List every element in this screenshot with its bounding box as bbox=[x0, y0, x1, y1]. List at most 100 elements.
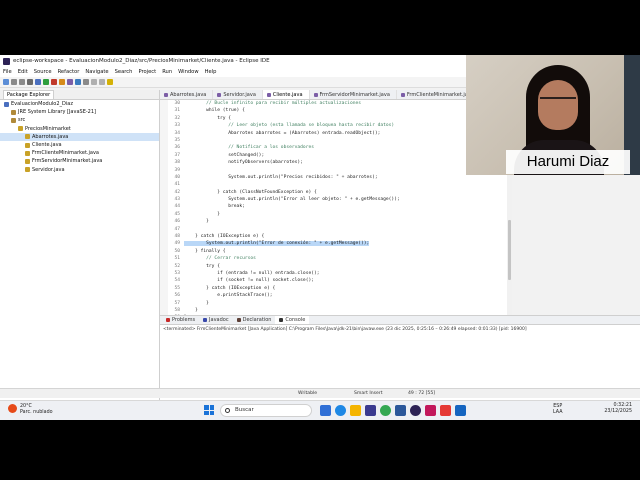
code-line[interactable]: System.out.println("Precios recibidos: "… bbox=[184, 174, 510, 181]
language-indicator[interactable]: ESP LAA bbox=[553, 404, 562, 416]
java-file-icon bbox=[25, 150, 30, 156]
tree-item-label: JRE System Library [JavaSE-21] bbox=[18, 109, 96, 116]
code-line[interactable]: if (entrada != null) entrada.close(); bbox=[184, 270, 510, 277]
edge-icon[interactable] bbox=[335, 405, 346, 416]
code-line[interactable] bbox=[184, 226, 510, 233]
tree-item[interactable]: FrmClienteMinimarket.java bbox=[0, 149, 159, 157]
open-type-icon[interactable] bbox=[75, 79, 81, 85]
start-button[interactable] bbox=[204, 405, 214, 415]
menu-file[interactable]: File bbox=[3, 69, 12, 75]
menu-source[interactable]: Source bbox=[34, 69, 52, 75]
menu-search[interactable]: Search bbox=[115, 69, 133, 75]
save-all-icon[interactable] bbox=[19, 79, 25, 85]
back-icon[interactable] bbox=[91, 79, 97, 85]
visual-studio-icon[interactable] bbox=[365, 405, 376, 416]
tree-item[interactable]: PreciosMinimarket bbox=[0, 125, 159, 133]
code-line[interactable]: System.out.println("Error al leer objeto… bbox=[184, 196, 510, 203]
code-line[interactable]: if (socket != null) socket.close(); bbox=[184, 277, 510, 284]
menu-refactor[interactable]: Refactor bbox=[58, 69, 80, 75]
chrome-icon[interactable] bbox=[380, 405, 391, 416]
code-line[interactable] bbox=[184, 167, 510, 174]
code-line[interactable]: } bbox=[184, 211, 510, 218]
new-java-class-icon[interactable] bbox=[67, 79, 73, 85]
code-line[interactable]: } bbox=[184, 218, 510, 225]
scroll-thumb[interactable] bbox=[508, 220, 511, 280]
code-line[interactable]: } finally { bbox=[184, 248, 510, 255]
code-line[interactable]: // Leer objeto (esta llamada se bloquea … bbox=[184, 122, 510, 129]
console-tab[interactable]: Console bbox=[275, 316, 310, 324]
line-number: 37 bbox=[174, 152, 180, 158]
code-line[interactable]: e.printStackTrace(); bbox=[184, 292, 510, 299]
word-icon[interactable] bbox=[395, 405, 406, 416]
code-line[interactable]: break; bbox=[184, 203, 510, 210]
line-number: 34 bbox=[174, 130, 180, 136]
search-icon[interactable] bbox=[83, 79, 89, 85]
tree-item[interactable]: Abarrotes.java bbox=[0, 132, 159, 141]
editor-tab[interactable]: Cliente.java bbox=[262, 90, 310, 99]
code-line[interactable]: } catch (IOException e) { bbox=[184, 285, 510, 292]
package-explorer-title: Package Explorer bbox=[3, 90, 55, 99]
code-line[interactable]: // Notificar a los observadores bbox=[184, 144, 510, 151]
editor-tab[interactable]: Abarrotes.java bbox=[160, 90, 214, 99]
code-line[interactable] bbox=[184, 181, 510, 188]
tree-item[interactable]: Servidor.java bbox=[0, 166, 159, 174]
console-tab[interactable]: Problems bbox=[162, 316, 199, 324]
task-view-icon[interactable] bbox=[320, 405, 331, 416]
selected-code-line[interactable]: System.out.println("Error de conexión: "… bbox=[184, 240, 510, 247]
console-tab[interactable]: Javadoc bbox=[199, 316, 233, 324]
menu-navigate[interactable]: Navigate bbox=[85, 69, 108, 75]
app-icon-red[interactable] bbox=[440, 405, 451, 416]
tree-item[interactable]: Cliente.java bbox=[0, 141, 159, 149]
editor-tab[interactable]: FrmServidorMinimarket.java bbox=[310, 90, 397, 99]
code-line[interactable] bbox=[184, 137, 510, 144]
code-line[interactable]: Abarrotes abarrotes = (Abarrotes) entrad… bbox=[184, 130, 510, 137]
line-number: 58 bbox=[174, 307, 180, 313]
tree-item[interactable]: FrmServidorMinimarket.java bbox=[0, 157, 159, 165]
code-line[interactable]: // Bucle infinito para recibir múltiples… bbox=[184, 100, 510, 107]
taskbar-search[interactable]: Buscar bbox=[220, 404, 312, 417]
code-line[interactable]: try { bbox=[184, 263, 510, 270]
console-tab[interactable]: Declaration bbox=[233, 316, 276, 324]
eclipse-taskbar-icon[interactable] bbox=[410, 405, 421, 416]
new-icon[interactable] bbox=[3, 79, 9, 85]
menu-run[interactable]: Run bbox=[162, 69, 172, 75]
external-tools-icon[interactable] bbox=[59, 79, 65, 85]
app-icon-pink[interactable] bbox=[425, 405, 436, 416]
run-icon[interactable] bbox=[43, 79, 49, 85]
code-line[interactable]: } catch (IOException e) { bbox=[184, 233, 510, 240]
code-line[interactable]: } catch (ClassNotFoundException e) { bbox=[184, 189, 510, 196]
tree-item[interactable]: src bbox=[0, 116, 159, 124]
forward-icon[interactable] bbox=[99, 79, 105, 85]
file-explorer-icon[interactable] bbox=[350, 405, 361, 416]
system-clock[interactable]: 0:32:21 23/12/2025 bbox=[604, 403, 632, 415]
app-icon-blue[interactable] bbox=[455, 405, 466, 416]
code-line[interactable]: while (true) { bbox=[184, 107, 510, 114]
code-line[interactable]: } bbox=[184, 307, 510, 314]
stop-icon[interactable] bbox=[51, 79, 57, 85]
code-line[interactable]: setChanged(); bbox=[184, 152, 510, 159]
code-lines[interactable]: // Bucle infinito para recibir múltiples… bbox=[184, 100, 510, 329]
print-icon[interactable] bbox=[27, 79, 33, 85]
tree-item[interactable]: EvaluacionModulo2_Diaz bbox=[0, 100, 159, 108]
menu-help[interactable]: Help bbox=[205, 69, 217, 75]
tree-item-label: Abarrotes.java bbox=[32, 133, 69, 140]
java-file-icon bbox=[266, 92, 271, 97]
menu-project[interactable]: Project bbox=[138, 69, 156, 75]
debug-icon[interactable] bbox=[35, 79, 41, 85]
view-icon bbox=[279, 318, 284, 322]
code-line[interactable]: } bbox=[184, 300, 510, 307]
package-explorer-tab[interactable]: Package Explorer bbox=[0, 90, 159, 100]
editor-tab-label: Cliente.java bbox=[272, 91, 303, 98]
java-file-icon bbox=[25, 167, 30, 173]
menu-window[interactable]: Window bbox=[178, 69, 198, 75]
code-line[interactable]: notifyObservers(abarrotes); bbox=[184, 159, 510, 166]
menu-edit[interactable]: Edit bbox=[18, 69, 28, 75]
annotation-icon[interactable] bbox=[107, 79, 113, 85]
code-line[interactable]: // Cerrar recursos bbox=[184, 255, 510, 262]
save-icon[interactable] bbox=[11, 79, 17, 85]
tree-item-label: Cliente.java bbox=[32, 141, 62, 148]
code-line[interactable]: try { bbox=[184, 115, 510, 122]
editor-tab[interactable]: Servidor.java bbox=[213, 90, 263, 99]
weather-widget[interactable]: 20°C Parc. nublado bbox=[8, 404, 53, 416]
tree-item[interactable]: JRE System Library [JavaSE-21] bbox=[0, 108, 159, 116]
